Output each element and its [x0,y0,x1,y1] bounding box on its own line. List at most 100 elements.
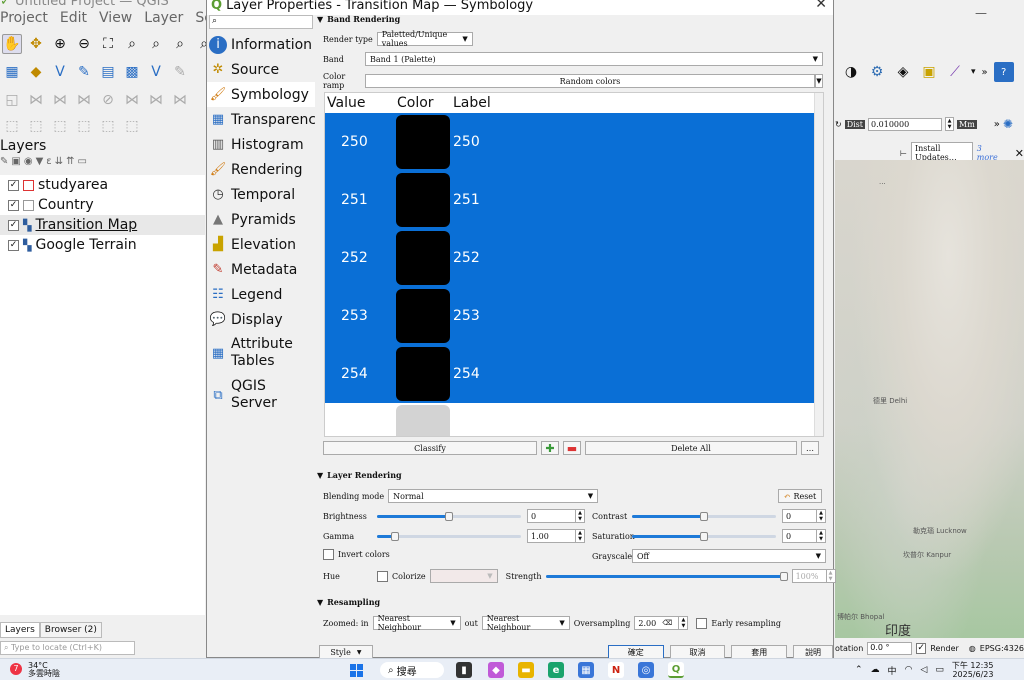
filter-legend-icon[interactable]: ▼ [36,156,44,167]
row-label[interactable]: 253 [451,308,480,324]
row-color-cell[interactable] [395,173,451,227]
layer-item-country[interactable]: ✓ Country [0,195,205,215]
resampling-header[interactable]: ▼ Resampling [317,595,380,609]
add-value-icon[interactable]: ✚ [541,441,559,455]
color-swatch[interactable] [396,231,450,285]
layer-item-studyarea[interactable]: ✓ studyarea [0,175,205,195]
zoom-selection-icon[interactable]: ⌕ [122,34,142,54]
add-wms-icon[interactable]: ▤ [98,62,118,82]
sidebar-item-histogram[interactable]: ▥ Histogram [207,132,315,157]
column-header-value[interactable]: Value [325,95,395,111]
zoom-in-icon[interactable]: ⊕ [50,34,70,54]
netflix-icon[interactable]: N [608,662,624,678]
reshape-icon[interactable]: ⊘ [98,90,118,110]
color-swatch[interactable] [396,289,450,343]
band-select[interactable]: Band 1 (Palette) ▼ [365,52,823,66]
render-type-select[interactable]: Paletted/Unique values ▼ [376,30,473,48]
brightness-spinbox[interactable]: 0 ▲ ▼ [527,509,585,523]
zoomed-out-select[interactable]: Nearest Neighbour ▼ [481,614,570,632]
classify-button[interactable]: Classify [323,441,537,455]
row-value[interactable]: 252 [325,250,395,266]
minimize-icon[interactable]: — [975,6,987,20]
color-swatch[interactable] [396,115,450,169]
layer-visibility-checkbox[interactable]: ✓ [8,239,19,251]
zoom-full-icon[interactable]: ⛶ [98,34,118,54]
add-raster-icon[interactable]: ▦ [2,62,22,82]
dist-unit[interactable]: Mm [957,119,977,129]
qgis-taskbar-icon[interactable]: Q [668,662,684,678]
row-value[interactable]: 253 [325,308,395,324]
table-row[interactable]: 253 253 [325,287,823,345]
measure-icon[interactable]: ⬚ [98,116,118,136]
row-value[interactable]: 250 [325,134,395,150]
oversampling-spinbox[interactable]: 2.00 ⌫ ▲ ▼ [634,616,689,630]
help-icon[interactable]: ? [993,62,1014,82]
toolbar-overflow-icon[interactable]: » [982,67,988,78]
contrast-slider[interactable] [632,509,776,523]
crs-label[interactable]: EPSG:4326 [980,644,1024,653]
table-row[interactable]: 251 251 [325,171,823,229]
taskbar-search[interactable]: ⌕ 搜尋 [380,662,444,678]
toolbar-overflow-icon[interactable]: » [994,119,1000,130]
zoom-out-icon[interactable]: ⊖ [74,34,94,54]
cancel-button[interactable]: 取消 [669,645,726,659]
row-label[interactable]: 251 [451,192,480,208]
row-color-cell[interactable] [395,231,451,285]
sidebar-item-attribute-tables[interactable]: ▦ Attribute Tables [207,332,315,374]
row-value[interactable]: 251 [325,192,395,208]
manage-visibility-icon[interactable]: ◉ [24,156,33,167]
deselect-icon[interactable]: ⬚ [50,116,70,136]
menu-project[interactable]: Project [0,10,48,30]
add-wcs-icon[interactable]: ▩ [122,62,142,82]
color-swatch[interactable] [396,173,450,227]
saturation-spinbox[interactable]: 0 ▲ ▼ [782,529,826,543]
contrast-spinbox[interactable]: 0 ▲ ▼ [782,509,826,523]
gamma-spinbox[interactable]: 1.00 ▲ ▼ [527,529,585,543]
layer-item-transition-map[interactable]: ✓ ▚ Transition Map [0,215,205,235]
render-checkbox[interactable]: ✓ [915,642,927,654]
row-color-cell[interactable] [395,115,451,169]
chevron-down-icon[interactable]: ▾ [971,67,976,77]
table-row[interactable]: 255 No data [325,403,823,436]
open-styling-icon[interactable]: ✎ [0,156,8,167]
edge-icon[interactable]: e [548,662,564,678]
brightness-slider[interactable] [377,509,521,523]
zoom-layer-icon[interactable]: ⌕ [146,34,166,54]
remove-value-icon[interactable]: ▬ [563,441,581,455]
sidebar-item-metadata[interactable]: ✎ Metadata [207,257,315,282]
properties-search-input[interactable]: ⌕ [209,15,313,29]
strength-spinbox[interactable]: 100% ▲ ▼ [791,569,836,583]
layer-rendering-header[interactable]: ▼ Layer Rendering [317,468,402,482]
copilot-icon[interactable]: ◆ [488,662,504,678]
offset-icon[interactable]: ⋈ [122,90,142,110]
menu-layer[interactable]: Layer [144,10,183,30]
zoom-native-icon[interactable]: ⌕ [170,34,190,54]
shield-plugin-icon[interactable]: ◈ [893,62,913,82]
digitize-icon[interactable]: ✎ [74,62,94,82]
sidebar-item-qgis-server[interactable]: ⧉ QGIS Server [207,374,315,416]
color-ramp-button[interactable]: Random colors [365,74,815,88]
add-delimited-icon[interactable]: V [50,62,70,82]
ime-indicator[interactable]: 中 [888,664,897,677]
help-button[interactable]: 說明 [793,645,833,659]
add-group-icon[interactable]: ▣ [11,156,20,167]
file-explorer-icon[interactable]: ▬ [518,662,534,678]
menu-view[interactable]: View [99,10,132,30]
colorize-checkbox[interactable] [377,570,388,582]
close-icon[interactable]: ✕ [815,0,827,12]
simplify-icon[interactable]: ⋈ [170,90,190,110]
edit-pencil-icon[interactable]: ✎ [170,62,190,82]
collapse-all-icon[interactable]: ⇈ [66,156,74,167]
row-color-cell[interactable] [395,347,451,401]
snap-icon[interactable]: ⋈ [26,90,46,110]
select-value-icon[interactable]: ⬚ [26,116,46,136]
row-label[interactable]: 254 [451,366,480,382]
remove-layer-icon[interactable]: ▭ [77,156,86,167]
sidebar-item-information[interactable]: i Information [207,32,315,57]
battery-icon[interactable]: ▭ [935,665,944,675]
gamma-slider[interactable] [377,529,521,543]
band-rendering-header[interactable]: ▼ Band Rendering [317,12,400,26]
close-updates-icon[interactable]: ✕ [1015,147,1024,160]
apply-button[interactable]: 套用 [731,645,788,659]
delete-all-button[interactable]: Delete All [585,441,797,455]
